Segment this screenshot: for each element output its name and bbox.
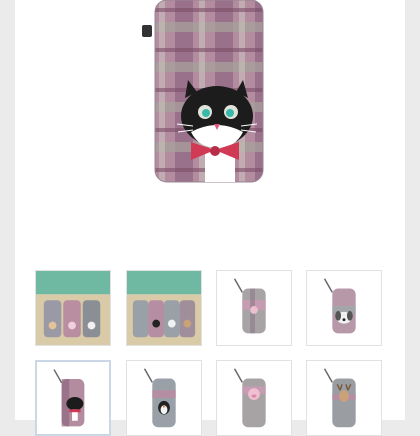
case-icon bbox=[143, 368, 176, 428]
case-icon bbox=[323, 278, 356, 334]
product-gallery bbox=[15, 0, 405, 436]
thumb-deer-case[interactable] bbox=[306, 360, 382, 436]
cases-on-table-icon bbox=[127, 271, 201, 345]
thumb-pig-case[interactable] bbox=[216, 360, 292, 436]
thumb-penguin-case[interactable] bbox=[126, 360, 202, 436]
case-icon bbox=[233, 278, 266, 334]
thumb-dog-case[interactable] bbox=[306, 270, 382, 346]
case-icon bbox=[233, 368, 266, 428]
case-icon bbox=[323, 368, 356, 428]
thumb-group-photo-2[interactable] bbox=[126, 270, 202, 346]
main-product-image[interactable] bbox=[135, 0, 285, 200]
cases-on-table-icon bbox=[36, 271, 110, 345]
thumb-pink-case[interactable] bbox=[216, 270, 292, 346]
thumb-group-photo-1[interactable] bbox=[35, 270, 111, 346]
cat-phone-case-icon bbox=[154, 0, 264, 183]
zoom-icon[interactable] bbox=[142, 25, 152, 37]
case-icon bbox=[53, 369, 85, 427]
thumb-cat-case[interactable] bbox=[35, 360, 111, 436]
